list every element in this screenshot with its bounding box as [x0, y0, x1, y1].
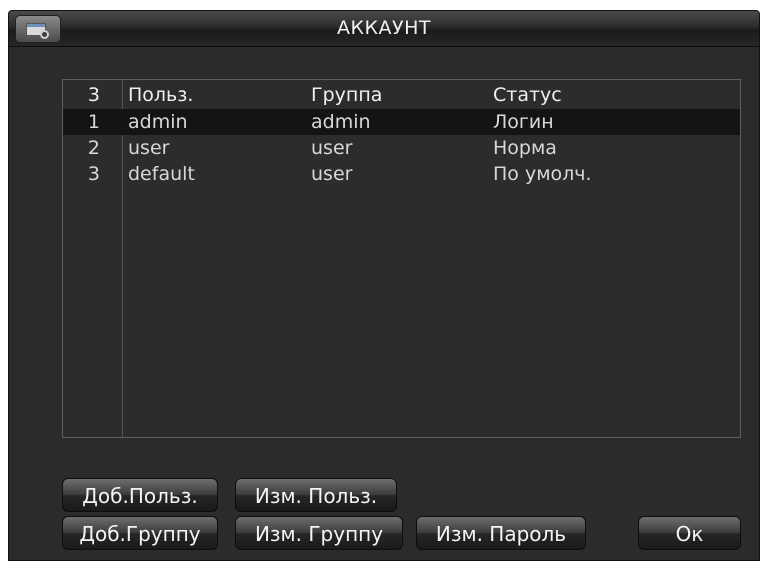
table-header: 3 Польз. Группа Статус: [63, 82, 740, 108]
row-status: Норма: [493, 137, 557, 159]
ok-button[interactable]: Ок: [638, 516, 741, 550]
add-group-button[interactable]: Доб.Группу: [62, 516, 218, 550]
header-status: Статус: [493, 84, 562, 106]
row-index: 2: [87, 137, 100, 159]
dialog-title: АККАУНТ: [337, 17, 431, 39]
account-dialog: АККАУНТ 3 Польз. Группа Статус 1 admin a…: [8, 10, 760, 561]
table-row[interactable]: 2 user user Норма: [63, 135, 740, 161]
edit-user-button[interactable]: Изм. Польз.: [235, 478, 397, 512]
row-user: admin: [128, 111, 188, 133]
row-status: Логин: [493, 111, 554, 133]
row-group: user: [311, 137, 353, 159]
table-row[interactable]: 1 admin admin Логин: [63, 109, 740, 135]
row-index: 1: [87, 111, 100, 133]
table-row[interactable]: 3 default user По умолч.: [63, 161, 740, 187]
title-bar: АККАУНТ: [9, 11, 759, 47]
row-group: user: [311, 163, 353, 185]
add-user-button[interactable]: Доб.Польз.: [62, 478, 218, 512]
row-user: user: [128, 137, 170, 159]
edit-group-button[interactable]: Изм. Группу: [235, 516, 403, 550]
header-group: Группа: [311, 84, 383, 106]
row-status: По умолч.: [493, 163, 592, 185]
user-table: 3 Польз. Группа Статус 1 admin admin Лог…: [62, 79, 741, 438]
change-password-button[interactable]: Изм. Пароль: [416, 516, 586, 550]
header-user: Польз.: [128, 84, 194, 106]
row-index: 3: [87, 163, 100, 185]
header-count: 3: [87, 84, 100, 106]
row-group: admin: [311, 111, 371, 133]
row-user: default: [128, 163, 195, 185]
